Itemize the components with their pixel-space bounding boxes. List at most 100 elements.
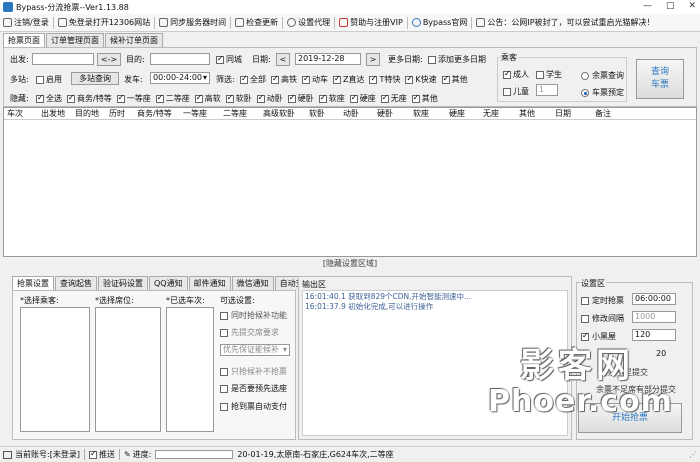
col-hard-sleeper: 硬卧 (377, 109, 393, 118)
hide-yingzuo[interactable]: 硬座 (349, 93, 376, 104)
adult-checkbox[interactable]: 成人 (503, 69, 529, 80)
filter-dongche[interactable]: 动车 (302, 74, 328, 85)
timed-input[interactable]: 06:00:00 (632, 293, 676, 305)
hide-dongwo[interactable]: 动卧 (256, 93, 283, 104)
hide-group: 全选 商务/特等 一等座 二等座 高软 软卧 动卧 硬卧 软座 硬座 无座 其他 (36, 93, 443, 104)
output-title: 输出区 (302, 280, 326, 289)
menu-proxy[interactable]: 设置代理 (287, 17, 330, 28)
hide-yingwo[interactable]: 硬卧 (287, 93, 314, 104)
child-count-input[interactable]: 1 (536, 84, 558, 96)
pencil-icon: ✎ (123, 450, 131, 459)
passenger-list[interactable] (20, 307, 90, 432)
multistation-query-button[interactable]: 多站查询 (71, 72, 119, 85)
filter-group: 全部 高铁 动车 Z直达 T特快 K快速 其他 (240, 74, 473, 85)
hide-ruanzuo[interactable]: 软座 (318, 93, 345, 104)
timed-checkbox[interactable]: 定时抢票 (581, 295, 624, 306)
train-table: 车次 出发地 目的地 历时 商务/特等 一等座 二等座 高级软卧 软卧 动卧 硬… (3, 107, 697, 257)
tab-orders[interactable]: 订单管理页面 (46, 33, 104, 47)
col-first: 一等座 (183, 109, 207, 118)
col-second: 二等座 (223, 109, 247, 118)
to-input[interactable] (150, 53, 210, 65)
interval-checkbox[interactable]: 修改间隔 (581, 313, 624, 324)
more-dates-label: 更多日期: (388, 55, 423, 64)
next-date-button[interactable]: > (366, 53, 380, 66)
hide-wuzuo[interactable]: 无座 (380, 93, 407, 104)
tab-captcha[interactable]: 验证码设置 (98, 276, 148, 290)
menu-website[interactable]: Bypass官网 (411, 17, 467, 28)
col-remark: 备注 (595, 109, 611, 118)
minimize-button[interactable]: — (643, 1, 652, 11)
menu-check-update[interactable]: 检查更新 (235, 17, 278, 28)
date-label: 日期: (252, 55, 271, 64)
same-city-check[interactable] (216, 54, 224, 64)
hide-ruanwo[interactable]: 软卧 (225, 93, 252, 104)
hide-second[interactable]: 二等座 (155, 93, 190, 104)
bottom-tabs: 抢票设置 查询起售 验证码设置 QQ通知 邮件通知 微信通知 自动支付 (12, 276, 318, 290)
filter-label: 筛选: (216, 75, 235, 84)
filter-t[interactable]: T特快 (369, 74, 400, 85)
option-preselect-seat[interactable]: 是否要预先选座 (220, 383, 287, 394)
push-checkbox[interactable]: 推送 (88, 449, 115, 460)
tab-waitlist[interactable]: 候补订单页面 (105, 33, 163, 47)
enable-check[interactable] (36, 75, 44, 84)
refresh-icon (235, 18, 245, 27)
priority-select[interactable]: 优先保证能候补 ▾ (220, 344, 290, 356)
filter-all[interactable]: 全部 (240, 74, 266, 85)
add-dates-check[interactable] (428, 55, 436, 64)
maximize-button[interactable]: □ (666, 1, 675, 11)
menu-notice[interactable]: 公告：公网IP被封了，可以尝试重启光猫解决！ (476, 17, 655, 28)
interval-input[interactable]: 1000 (632, 311, 676, 323)
menu-sponsor[interactable]: 赞助与注册VIP (339, 17, 403, 28)
from-input[interactable] (32, 53, 94, 65)
add-dates-checkbox[interactable]: 添加更多日期 (428, 54, 486, 65)
filter-k[interactable]: K快速 (405, 74, 437, 85)
swap-button[interactable]: <-> (97, 53, 121, 66)
menu-open-12306[interactable]: 免登录打开12306网站 (57, 17, 150, 28)
tab-query-sale[interactable]: 查询起售 (55, 276, 97, 290)
hide-first[interactable]: 一等座 (116, 93, 151, 104)
value4: 20 (656, 349, 667, 358)
progress-bar (155, 450, 234, 459)
child-checkbox[interactable]: 儿童 (503, 86, 529, 97)
hide-other[interactable]: 其他 (411, 93, 438, 104)
hide-gaoruan[interactable]: 高软 (194, 93, 221, 104)
seat-list[interactable] (95, 307, 161, 432)
watermark-line1: 影客网 (520, 346, 634, 386)
user-icon (3, 18, 12, 27)
hide-settings-link[interactable]: [隐藏设置区域] (3, 258, 697, 270)
col-business: 商务/特等 (137, 109, 172, 118)
booking-radio[interactable]: 车票预定 (581, 87, 624, 98)
enable-checkbox[interactable]: 启用 (36, 74, 62, 85)
option-auto-pay[interactable]: 抢到票自动支付 (220, 401, 287, 412)
menu-sync-time[interactable]: 同步服务器时间 (159, 17, 226, 28)
filter-other[interactable]: 其他 (441, 74, 468, 85)
close-button[interactable]: ✕ (688, 1, 696, 11)
train-list[interactable] (166, 307, 214, 432)
clock-icon (159, 18, 169, 27)
tab-grab[interactable]: 抢票页面 (3, 33, 45, 47)
student-checkbox[interactable]: 学生 (536, 69, 562, 80)
multistation-label: 多站: (10, 75, 29, 84)
tab-wechat-notify[interactable]: 微信通知 (231, 276, 274, 290)
hide-business[interactable]: 商务/特等 (67, 93, 112, 104)
same-city-checkbox[interactable]: 同城 (216, 54, 242, 65)
ticket-query-radio[interactable]: 余票查询 (581, 70, 624, 81)
tab-mail-notify[interactable]: 邮件通知 (188, 276, 231, 290)
seats-label: *选择席位: (95, 296, 134, 305)
search-tickets-button[interactable]: 查询 车票 (636, 59, 684, 99)
tab-grab-settings[interactable]: 抢票设置 (12, 276, 54, 290)
hide-all[interactable]: 全选 (36, 93, 62, 104)
col-duration: 历时 (109, 109, 125, 118)
blackroom-input[interactable]: 120 (632, 329, 676, 341)
option-seat-first[interactable]: 先提交席要求 (220, 327, 279, 338)
depart-select[interactable]: 00:00-24:00 ▾ (150, 72, 210, 84)
date-input[interactable]: 2019-12-28 (295, 53, 361, 65)
menu-login[interactable]: 注销/登录 (3, 17, 49, 28)
option-waitlist[interactable]: 同时抢候补功能 (220, 310, 287, 321)
tab-qq-notify[interactable]: QQ通知 (149, 276, 188, 290)
filter-gaotie[interactable]: 高铁 (271, 74, 297, 85)
app-icon (3, 2, 13, 12)
option-waitlist-only[interactable]: 只抢候补不抢票 (220, 366, 287, 377)
filter-z[interactable]: Z直达 (333, 74, 364, 85)
prev-date-button[interactable]: < (276, 53, 290, 66)
